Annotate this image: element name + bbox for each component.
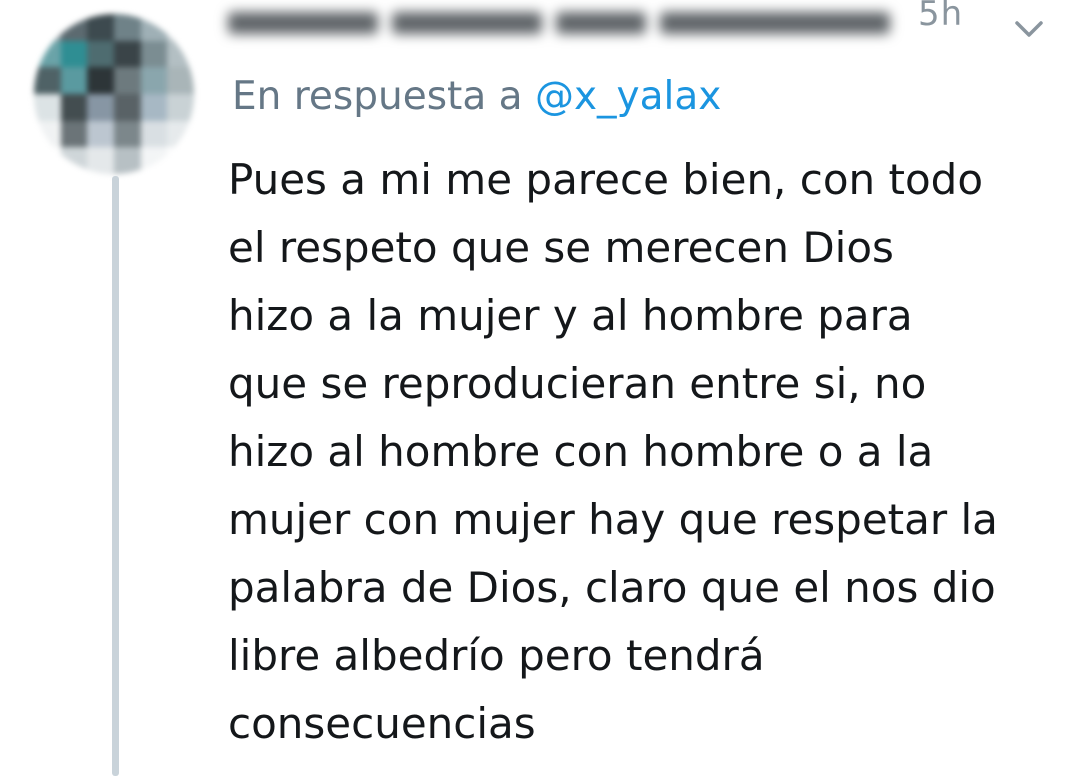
tweet-text-line: palabra de Dios, claro que el nos dio	[228, 563, 996, 612]
avatar[interactable]	[34, 14, 194, 174]
chevron-down-icon[interactable]	[1014, 18, 1044, 40]
tweet-text: Pues a mi me parece bien, con todo el re…	[228, 146, 1058, 758]
tweet-text-line: consecuencias	[228, 699, 536, 748]
reply-prefix: En respuesta a	[232, 74, 523, 119]
tweet-text-line: hizo al hombre con hombre o a la	[228, 427, 934, 476]
reply-to-line: En respuesta a @x_yalax	[232, 74, 721, 119]
tweet-text-line: mujer con mujer hay que respetar la	[228, 495, 998, 544]
tweet-text-line: hizo a la mujer y al hombre para	[228, 291, 913, 340]
tweet-text-line: que se reproducieran entre si, no	[228, 359, 927, 408]
tweet-text-line: Pues a mi me parece bien, con todo	[228, 155, 984, 204]
tweet-text-line: el respeto que se merecen Dios	[228, 223, 894, 272]
reply-handle-link[interactable]: @x_yalax	[535, 74, 721, 119]
thread-line	[112, 176, 119, 776]
tweet-text-line: libre albedrío pero tendrá	[228, 631, 765, 680]
tweet-timestamp[interactable]: 5h	[918, 0, 963, 34]
user-name-redacted	[228, 6, 918, 40]
